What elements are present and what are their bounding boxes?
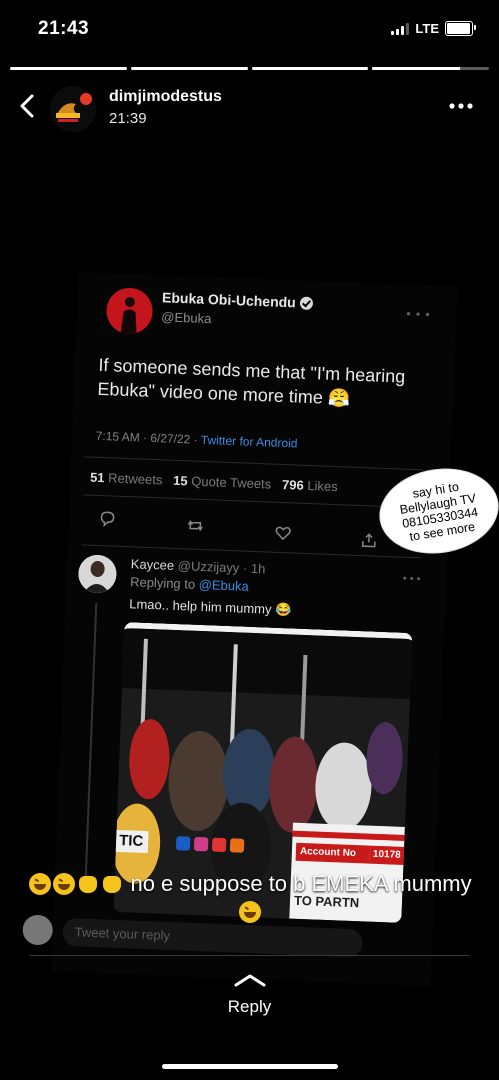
- reply-author-avatar: [77, 554, 118, 594]
- divider: [30, 955, 469, 956]
- instagram-icon: [193, 836, 209, 852]
- reply-author: Kaycee @Uzzijayy · 1h: [131, 556, 266, 576]
- avatar[interactable]: [50, 86, 96, 132]
- tweet-author-handle: @Ebuka: [161, 309, 212, 327]
- story-progress-segment: [372, 67, 489, 70]
- caption-leading-emojis: [28, 871, 124, 896]
- replying-to: Replying to @Ebuka: [129, 574, 250, 594]
- story-caption: no e suppose to b EMEKA mummy: [20, 870, 480, 926]
- tweet-author-avatar: [105, 287, 154, 335]
- retweet-count: 51: [89, 469, 105, 486]
- home-indicator[interactable]: [162, 1064, 338, 1069]
- status-icons: LTE: [391, 21, 476, 36]
- share-icon: [361, 533, 376, 548]
- reply-author-handle: @Uzzijayy · 1h: [177, 558, 266, 577]
- facebook-icon: [175, 836, 191, 851]
- laughing-emoji-icon: [53, 873, 76, 895]
- youtube-icon: [211, 837, 227, 853]
- replying-to-mention: @Ebuka: [198, 576, 250, 594]
- like-icon: [275, 526, 291, 541]
- laughing-emoji-icon: [239, 901, 261, 923]
- verified-badge-icon: [299, 296, 314, 311]
- thread-line: [84, 602, 98, 893]
- reply-button[interactable]: Reply: [0, 997, 499, 1017]
- network-label: LTE: [415, 21, 439, 36]
- reply-author-name: Kaycee: [130, 556, 175, 573]
- battery-icon: [445, 21, 476, 36]
- caption-text: no e suppose to b EMEKA mummy: [124, 871, 472, 896]
- divider: [84, 456, 425, 471]
- status-time: 21:43: [38, 18, 90, 39]
- raised-hands-emoji-icon: [77, 873, 99, 895]
- reply-text: Lmao.. help him mummy 😂: [129, 596, 292, 618]
- quote-count: 15: [172, 472, 188, 489]
- flame-icon: [229, 838, 245, 853]
- story-username[interactable]: dimjimodestus: [109, 88, 222, 106]
- story-progress-segment: [251, 67, 369, 70]
- quote-label: Quote Tweets: [191, 473, 272, 492]
- like-label: Likes: [307, 477, 338, 495]
- video-tic-label: TIC: [113, 829, 149, 854]
- social-icons: [175, 836, 245, 853]
- like-count: 796: [281, 476, 305, 493]
- reply-more-icon: • • •: [402, 572, 421, 586]
- account-label: Account No: [295, 842, 371, 864]
- more-horizontal-icon[interactable]: [447, 96, 475, 116]
- caption-trailing-emoji: [238, 899, 262, 924]
- story-time: 21:39: [109, 110, 147, 127]
- retweet-icon: [187, 520, 203, 532]
- account-number: 10178: [369, 845, 410, 866]
- tweet-stats: 51 Retweets 15 Quote Tweets 796 Likes: [90, 470, 338, 494]
- tweet-more-icon: • • •: [406, 306, 431, 322]
- chevron-up-icon[interactable]: [232, 972, 268, 988]
- battery-level: [447, 23, 470, 34]
- laughing-emoji-icon: [29, 873, 52, 895]
- tweet-timestamp: 7:15 AM · 6/27/22 ·: [95, 428, 202, 447]
- signal-icon: [391, 22, 410, 35]
- story-progress-segment: [10, 67, 127, 70]
- raised-hands-emoji-icon: [101, 873, 123, 895]
- retweet-label: Retweets: [107, 470, 163, 488]
- story-progress: [10, 67, 489, 70]
- divider: [83, 494, 424, 509]
- tweet-meta: 7:15 AM · 6/27/22 · Twitter for Android: [95, 429, 297, 451]
- tweet-text: If someone sends me that "I'm hearing Eb…: [97, 354, 406, 409]
- reply-icon: [100, 511, 115, 527]
- tweet-source: Twitter for Android: [200, 432, 298, 451]
- tweet-author-name: Ebuka Obi-Uchendu: [162, 289, 314, 311]
- chevron-left-icon[interactable]: [14, 90, 42, 122]
- story-progress-segment: [130, 67, 248, 70]
